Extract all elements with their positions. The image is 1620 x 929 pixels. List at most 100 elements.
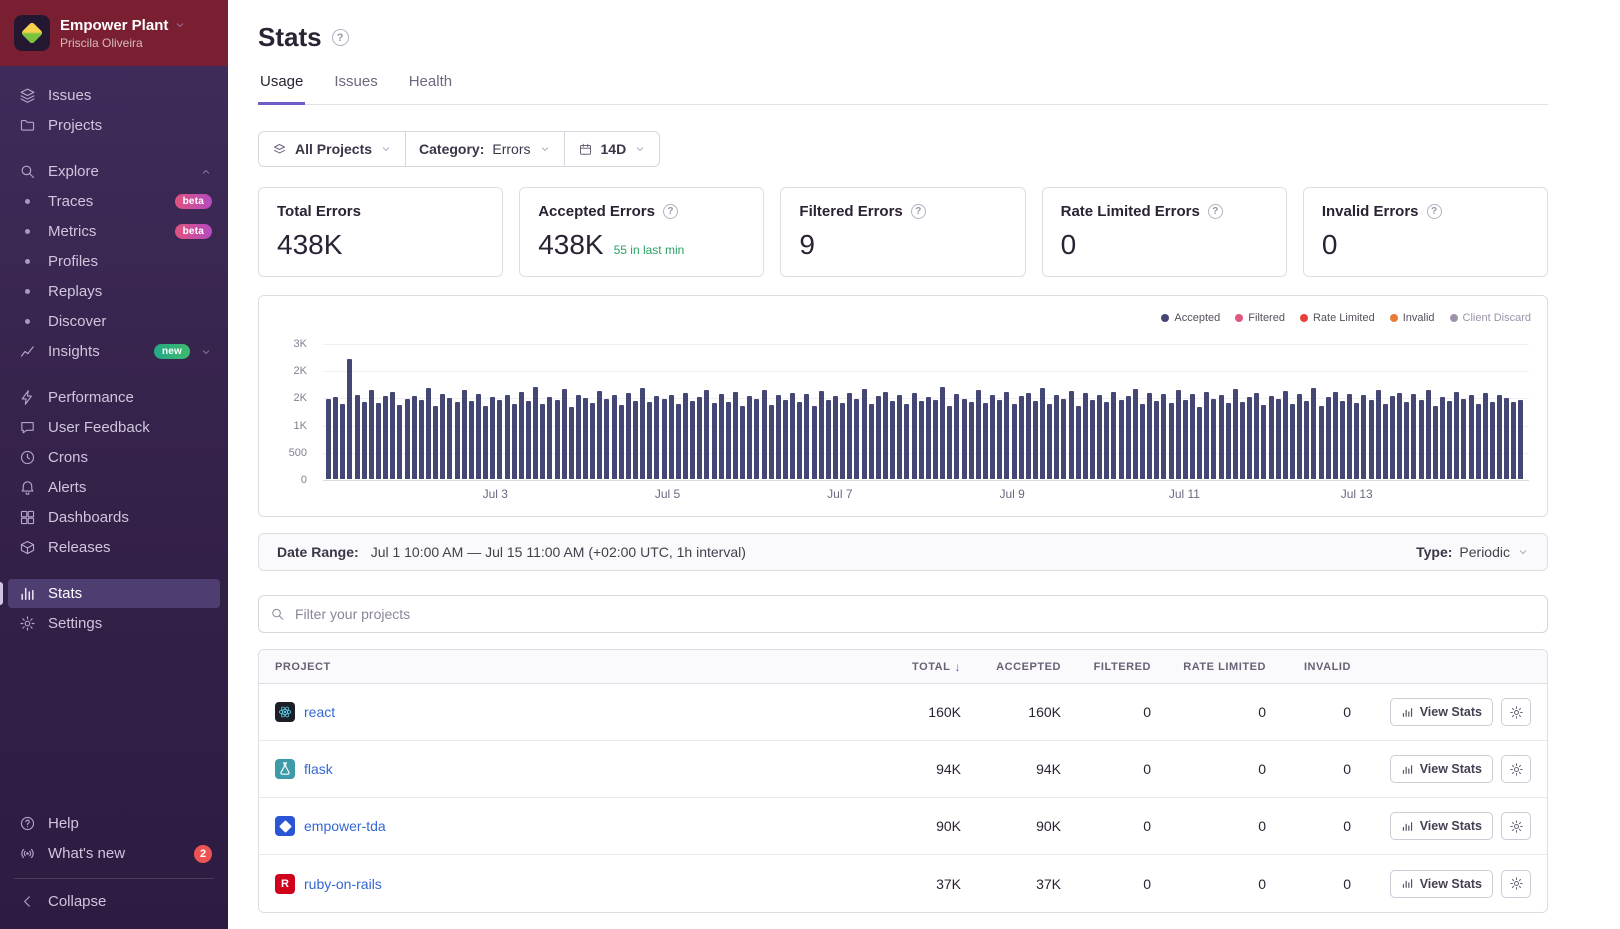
- chart-bar: [1125, 396, 1131, 479]
- category-filter-dropdown[interactable]: Category: Errors: [406, 132, 565, 166]
- project-settings-button[interactable]: [1501, 755, 1531, 783]
- legend-item-accepted[interactable]: Accepted: [1161, 312, 1220, 324]
- legend-item-filtered[interactable]: Filtered: [1235, 312, 1285, 324]
- empower-logo-icon: [275, 816, 295, 836]
- sidebar-item-what-s-new[interactable]: What's new 2: [8, 839, 220, 868]
- view-stats-label: View Stats: [1419, 876, 1482, 891]
- chart-bar: [1289, 403, 1295, 479]
- card-value: 438K: [277, 229, 484, 261]
- sidebar-item-traces[interactable]: Traces beta: [8, 187, 220, 216]
- page-title: Stats: [258, 22, 322, 52]
- tab-issues[interactable]: Issues: [332, 73, 379, 105]
- column-header-rate-limited[interactable]: RATE LIMITED: [1151, 661, 1266, 673]
- y-axis-label: 2K: [293, 365, 307, 378]
- project-link[interactable]: react: [304, 704, 335, 720]
- sidebar-item-releases[interactable]: Releases: [8, 533, 220, 562]
- page-help-icon[interactable]: ?: [331, 29, 349, 46]
- view-stats-button[interactable]: View Stats: [1389, 869, 1493, 898]
- chart-bar: [1040, 388, 1046, 479]
- project-link[interactable]: empower-tda: [304, 818, 386, 834]
- x-axis-label: Jul 5: [654, 487, 681, 501]
- tab-health[interactable]: Health: [407, 73, 454, 105]
- sidebar-item-user-feedback[interactable]: User Feedback: [8, 413, 220, 442]
- cell-total: 37K: [936, 875, 961, 892]
- project-filter-value: All Projects: [295, 141, 373, 157]
- view-stats-button[interactable]: View Stats: [1389, 755, 1493, 783]
- chart-bar: [418, 400, 424, 479]
- chart-bar: [1318, 405, 1324, 479]
- help-icon[interactable]: ?: [662, 204, 678, 219]
- x-axis: Jul 3 Jul 5 Jul 7 Jul 9 Jul 11 Jul 13: [323, 487, 1529, 507]
- sidebar-item-discover[interactable]: Discover: [8, 307, 220, 336]
- sidebar-item-alerts[interactable]: Alerts: [8, 473, 220, 502]
- column-header-project[interactable]: PROJECT: [275, 661, 871, 673]
- new-badge: new: [153, 344, 190, 359]
- sidebar-item-issues[interactable]: Issues: [8, 81, 220, 110]
- table-row: Rruby-on-rails 37K 37K 0 0 0 View Stats: [259, 855, 1547, 912]
- view-stats-button[interactable]: View Stats: [1389, 812, 1493, 840]
- chart-plot: Jul 3 Jul 5 Jul 7 Jul 9 Jul 11 Jul 13: [323, 344, 1529, 501]
- project-settings-button[interactable]: [1501, 812, 1531, 840]
- sidebar-item-settings[interactable]: Settings: [8, 609, 220, 638]
- project-settings-button[interactable]: [1501, 698, 1531, 726]
- chart-bar: [854, 399, 860, 479]
- project-search-input[interactable]: [258, 595, 1548, 633]
- chart-bar: [1204, 391, 1210, 479]
- org-switcher[interactable]: Empower Plant Priscila Oliveira: [0, 0, 228, 66]
- period-value: 14D: [600, 141, 627, 157]
- help-icon[interactable]: ?: [910, 204, 926, 219]
- column-header-label: PROJECT: [275, 660, 331, 673]
- sidebar-item-metrics[interactable]: Metrics beta: [8, 217, 220, 246]
- chevron-down-icon: [634, 143, 646, 155]
- chart-bar: [861, 389, 867, 479]
- card-rate-limited-errors: Rate Limited Errors? 0: [1041, 187, 1287, 277]
- sidebar-item-dashboards[interactable]: Dashboards: [8, 503, 220, 532]
- view-stats-button[interactable]: View Stats: [1389, 698, 1493, 726]
- card-note: 55 in last min: [613, 243, 685, 257]
- help-icon[interactable]: ?: [1426, 204, 1442, 219]
- card-title: Accepted Errors?: [538, 203, 745, 220]
- chart-bar: [754, 398, 760, 479]
- category-value: Errors: [492, 141, 531, 157]
- chart-bar: [347, 358, 353, 479]
- help-icon[interactable]: ?: [1207, 204, 1223, 219]
- type-dropdown[interactable]: Type: Periodic: [1416, 544, 1529, 560]
- project-filter-dropdown[interactable]: All Projects: [259, 132, 407, 166]
- column-header-label: TOTAL: [912, 660, 951, 673]
- chart-bar: [868, 403, 874, 479]
- chart-bar: [882, 391, 888, 479]
- sidebar-item-replays[interactable]: Replays: [8, 277, 220, 306]
- period-filter-dropdown[interactable]: 14D: [565, 132, 660, 166]
- sidebar-footer: Help What's new 2 Collapse: [0, 808, 228, 929]
- sidebar-nav: Issues Projects Explore Traces beta Metrics be…: [0, 66, 228, 808]
- sidebar-item-crons[interactable]: Crons: [8, 443, 220, 472]
- sidebar-item-stats[interactable]: Stats: [0, 579, 220, 608]
- sidebar-divider: [14, 878, 214, 879]
- sidebar-item-performance[interactable]: Performance: [8, 383, 220, 412]
- legend-item-rate-limited[interactable]: Rate Limited: [1299, 312, 1375, 324]
- tab-usage[interactable]: Usage: [258, 73, 306, 105]
- card-title: Total Errors: [277, 203, 484, 220]
- chart-bar: [1168, 403, 1174, 479]
- column-header-accepted[interactable]: ACCEPTED: [961, 661, 1061, 673]
- project-settings-button[interactable]: [1501, 869, 1531, 898]
- column-header-invalid[interactable]: INVALID: [1266, 661, 1351, 673]
- column-header-total[interactable]: TOTAL ↓: [871, 660, 961, 674]
- project-link[interactable]: flask: [304, 761, 333, 777]
- sidebar-item-profiles[interactable]: Profiles: [8, 247, 220, 276]
- sidebar-item-explore[interactable]: Explore: [8, 157, 220, 186]
- legend-item-client-discard[interactable]: Client Discard: [1449, 312, 1531, 324]
- project-link[interactable]: ruby-on-rails: [304, 876, 382, 892]
- column-header-filtered[interactable]: FILTERED: [1061, 661, 1151, 673]
- calendar-icon: [578, 142, 593, 157]
- chart-bar: [1154, 400, 1160, 479]
- sidebar-item-collapse[interactable]: Collapse: [8, 887, 220, 916]
- sidebar-item-projects[interactable]: Projects: [8, 111, 220, 140]
- x-axis-label: Jul 9: [999, 487, 1025, 501]
- sidebar-item-help[interactable]: Help: [8, 809, 220, 838]
- chart-bar: [561, 389, 567, 479]
- sidebar-item-label: Projects: [48, 117, 103, 134]
- chart-bar: [1261, 405, 1267, 479]
- legend-item-invalid[interactable]: Invalid: [1389, 312, 1435, 324]
- sidebar-item-insights[interactable]: Insights new: [8, 337, 220, 366]
